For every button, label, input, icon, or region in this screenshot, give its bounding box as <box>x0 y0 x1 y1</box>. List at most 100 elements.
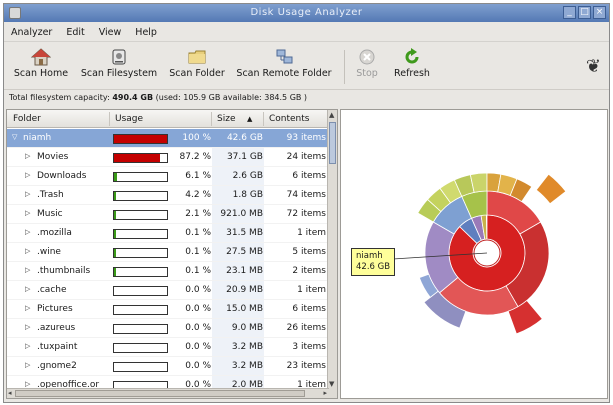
menu-analyzer[interactable]: Analyzer <box>11 27 52 38</box>
expand-arrow-icon[interactable]: ▷ <box>25 228 30 236</box>
expand-arrow-icon[interactable]: ▷ <box>25 171 30 179</box>
scan-filesystem-label: Scan Filesystem <box>80 68 158 79</box>
menu-help[interactable]: Help <box>135 27 157 38</box>
menu-edit[interactable]: Edit <box>66 27 84 38</box>
expand-arrow-icon[interactable]: ▷ <box>25 361 30 369</box>
folder-size: 1.8 GB <box>232 190 263 200</box>
folder-size: 27.5 MB <box>226 247 263 257</box>
table-row[interactable]: ▷ .tuxpaint 0.0 % 3.2 MB 3 items <box>7 338 329 357</box>
column-contents-header[interactable]: Contents <box>269 114 309 124</box>
folder-contents: 26 items <box>286 323 326 333</box>
folder-size: 15.0 MB <box>226 304 263 314</box>
usage-percent: 2.1 % <box>185 209 211 219</box>
expand-arrow-icon[interactable]: ▷ <box>25 209 30 217</box>
stop-button[interactable]: Stop <box>352 48 382 79</box>
folder-contents: 74 items <box>286 190 326 200</box>
table-row[interactable]: ▷ .thumbnails 0.1 % 23.1 MB 2 items <box>7 262 329 281</box>
scan-folder-label: Scan Folder <box>169 68 225 79</box>
capacity-detail: (used: 105.9 GB available: 384.5 GB ) <box>155 93 308 102</box>
scan-home-button[interactable]: Scan Home <box>10 48 72 79</box>
collapse-arrow-icon[interactable]: ▽ <box>12 133 17 141</box>
folder-tree-view[interactable]: Folder Usage Size ▲ Contents ▽ niamh 100 %… <box>6 109 338 399</box>
filesystem-capacity-line: Total filesystem capacity: 490.4 GB (use… <box>9 93 307 102</box>
scan-filesystem-button[interactable]: Scan Filesystem <box>76 48 162 79</box>
column-folder-header[interactable]: Folder <box>13 114 41 124</box>
horizontal-scrollbar[interactable]: ◂ ▸ <box>7 388 329 398</box>
folder-name: Music <box>37 209 63 219</box>
scroll-up-arrow-icon[interactable]: ▲ <box>329 111 334 119</box>
table-row[interactable]: ▷ .azureus 0.0 % 9.0 MB 26 items <box>7 319 329 338</box>
usage-percent: 0.1 % <box>185 228 211 238</box>
tooltip-folder-size: 42.6 GB <box>356 262 391 272</box>
scan-folder-button[interactable]: Scan Folder <box>166 48 228 79</box>
table-row[interactable]: ▷ Music 2.1 % 921.0 MB 72 items <box>7 205 329 224</box>
table-row[interactable]: ▷ Movies 87.2 % 37.1 GB 24 items <box>7 148 329 167</box>
table-row[interactable]: ▷ .cache 0.0 % 20.9 MB 1 item <box>7 281 329 300</box>
horizontal-scroll-thumb[interactable] <box>15 390 305 397</box>
folder-size: 3.2 MB <box>231 342 263 352</box>
minimize-button[interactable]: _ <box>563 6 576 19</box>
usage-bar <box>113 286 168 296</box>
column-divider[interactable] <box>109 112 110 126</box>
usage-bar <box>113 362 168 372</box>
column-divider[interactable] <box>263 112 264 126</box>
ring-chart-panel[interactable]: niamh 42.6 GB <box>340 109 608 399</box>
menu-view[interactable]: View <box>99 27 122 38</box>
scroll-down-arrow-icon[interactable]: ▼ <box>329 380 334 388</box>
capacity-prefix: Total filesystem capacity: <box>9 93 110 102</box>
table-row[interactable]: ▷ .wine 0.1 % 27.5 MB 5 items <box>7 243 329 262</box>
folder-name: Pictures <box>37 304 73 314</box>
table-row[interactable]: ▷ Pictures 0.0 % 15.0 MB 6 items <box>7 300 329 319</box>
refresh-icon <box>405 48 419 64</box>
folder-contents: 24 items <box>286 152 326 162</box>
maximize-button[interactable]: □ <box>578 6 591 19</box>
table-row[interactable]: ▷ .Trash 4.2 % 1.8 GB 74 items <box>7 186 329 205</box>
usage-bar-fill <box>114 154 161 162</box>
usage-bar <box>113 153 168 163</box>
stop-icon <box>359 49 375 65</box>
folder-size: 2.6 GB <box>232 171 263 181</box>
column-size-header[interactable]: Size <box>217 114 235 124</box>
window-controls: _ □ × <box>563 6 606 19</box>
gnome-foot-icon: ❦ <box>585 56 601 77</box>
close-button[interactable]: × <box>593 6 606 19</box>
menu-bar: Analyzer Edit View Help <box>4 24 609 42</box>
scroll-right-arrow-icon[interactable]: ▸ <box>323 389 327 397</box>
column-divider[interactable] <box>211 112 212 126</box>
folder-size: 42.6 GB <box>226 133 263 143</box>
folder-size: 31.5 MB <box>226 228 263 238</box>
expand-arrow-icon[interactable]: ▷ <box>25 342 30 350</box>
vertical-scroll-thumb[interactable] <box>329 122 336 164</box>
refresh-button[interactable]: Refresh <box>390 48 434 79</box>
expand-arrow-icon[interactable]: ▷ <box>25 285 30 293</box>
usage-percent: 0.1 % <box>185 247 211 257</box>
expand-arrow-icon[interactable]: ▷ <box>25 247 30 255</box>
tree-header: Folder Usage Size ▲ Contents <box>7 110 329 128</box>
tree-rows: ▽ niamh 100 % 42.6 GB 93 items ▷ Movies 87.2 % 3… <box>7 129 329 395</box>
folder-contents: 1 item <box>297 228 326 238</box>
table-row[interactable]: ▷ Downloads 6.1 % 2.6 GB 6 items <box>7 167 329 186</box>
ring-outer-segment[interactable] <box>535 173 567 205</box>
column-usage-header[interactable]: Usage <box>115 114 143 124</box>
folder-size: 37.1 GB <box>226 152 263 162</box>
table-row[interactable]: ▽ niamh 100 % 42.6 GB 93 items <box>7 129 329 148</box>
folder-name: .wine <box>37 247 61 257</box>
usage-bar <box>113 229 168 239</box>
folder-contents: 72 items <box>286 209 326 219</box>
expand-arrow-icon[interactable]: ▷ <box>25 152 30 160</box>
table-row[interactable]: ▷ .gnome2 0.0 % 3.2 MB 23 items <box>7 357 329 376</box>
expand-arrow-icon[interactable]: ▷ <box>25 190 30 198</box>
scroll-left-arrow-icon[interactable]: ◂ <box>8 389 12 397</box>
expand-arrow-icon[interactable]: ▷ <box>25 304 30 312</box>
table-row[interactable]: ▷ .mozilla 0.1 % 31.5 MB 1 item <box>7 224 329 243</box>
vertical-scrollbar[interactable]: ▲ ▼ <box>327 110 337 398</box>
stop-label: Stop <box>356 68 378 79</box>
expand-arrow-icon[interactable]: ▷ <box>25 266 30 274</box>
usage-bar <box>113 172 168 182</box>
expand-arrow-icon[interactable]: ▷ <box>25 323 30 331</box>
usage-bar <box>113 267 168 277</box>
scan-remote-folder-button[interactable]: Scan Remote Folder <box>232 48 336 79</box>
folder-contents: 5 items <box>292 247 326 257</box>
expand-arrow-icon[interactable]: ▷ <box>25 380 30 388</box>
usage-percent: 0.1 % <box>185 266 211 276</box>
